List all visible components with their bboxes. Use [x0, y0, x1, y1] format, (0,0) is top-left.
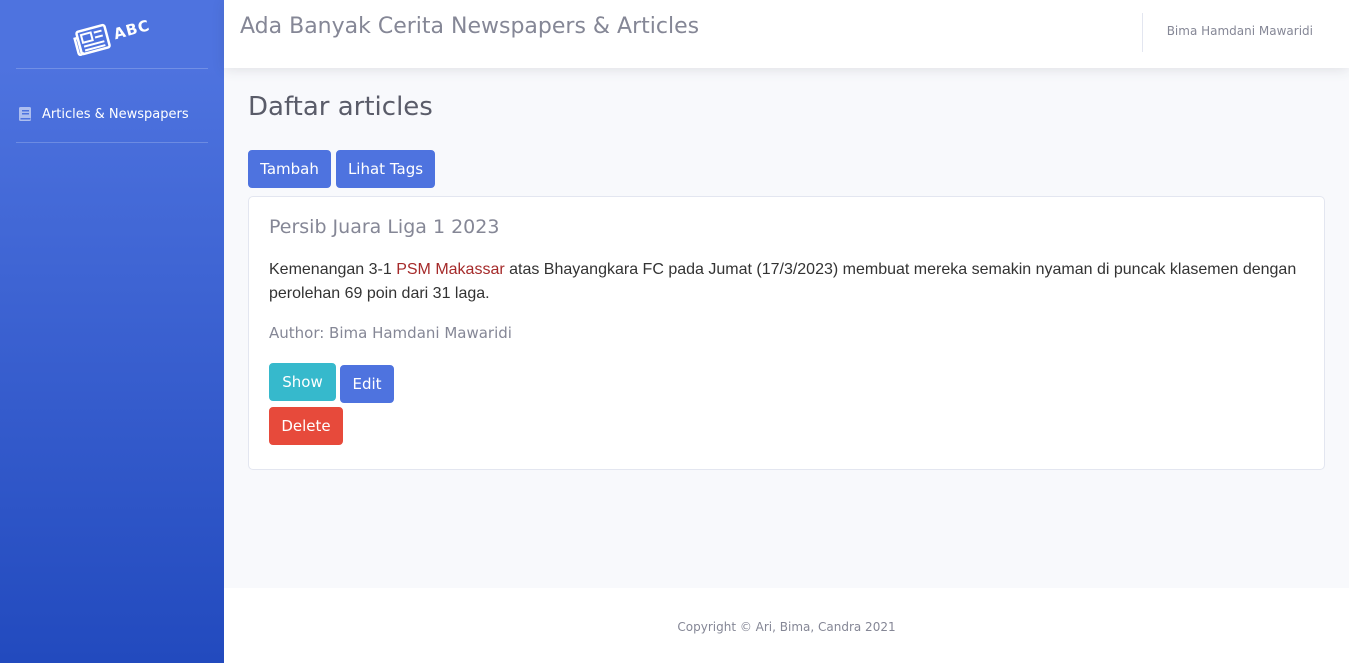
- article-author: Author: Bima Hamdani Mawaridi: [269, 324, 512, 342]
- app-title: Ada Banyak Cerita Newspapers & Articles: [240, 14, 700, 39]
- footer: Copyright © Ari, Bima, Candra 2021: [224, 588, 1349, 663]
- article-title: Persib Juara Liga 1 2023: [269, 216, 500, 238]
- user-menu[interactable]: Bima Hamdani Mawaridi: [1167, 24, 1313, 38]
- book-icon: [19, 107, 32, 121]
- edit-button[interactable]: Edit: [340, 365, 394, 403]
- brand-text: ABC: [111, 16, 153, 44]
- newspaper-icon: [71, 22, 113, 58]
- article-body: Kemenangan 3-1 PSM Makassar atas Bhayang…: [269, 258, 1314, 306]
- article-card: Persib Juara Liga 1 2023 Kemenangan 3-1 …: [248, 196, 1325, 470]
- sidebar: ABC Articles & Newspapers: [0, 0, 224, 663]
- page-title: Daftar articles: [248, 92, 433, 122]
- sidebar-divider: [16, 142, 208, 143]
- topbar: Ada Banyak Cerita Newspapers & Articles …: [224, 0, 1349, 68]
- copyright-text: Copyright © Ari, Bima, Candra 2021: [677, 619, 896, 634]
- show-button[interactable]: Show: [269, 363, 336, 401]
- sidebar-item-label: Articles & Newspapers: [42, 106, 189, 122]
- sidebar-item-articles[interactable]: Articles & Newspapers: [0, 96, 224, 132]
- brand-logo[interactable]: ABC: [71, 11, 154, 58]
- topbar-divider: [1142, 13, 1143, 52]
- add-article-button[interactable]: Tambah: [248, 150, 331, 188]
- view-tags-button[interactable]: Lihat Tags: [336, 150, 435, 188]
- sidebar-divider: [16, 68, 208, 69]
- article-body-text: Kemenangan 3-1: [269, 261, 397, 278]
- article-body-team: PSM Makassar: [396, 261, 505, 278]
- sidebar-brand[interactable]: ABC: [0, 0, 224, 70]
- delete-button[interactable]: Delete: [269, 407, 343, 445]
